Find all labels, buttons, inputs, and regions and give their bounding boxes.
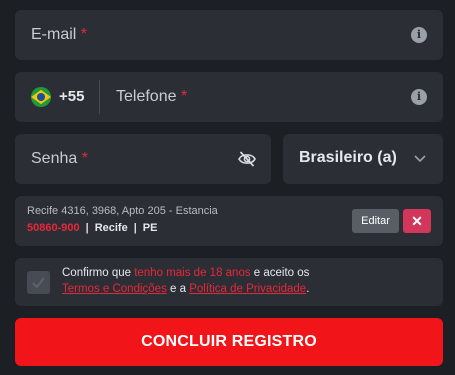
address-city: Recife (94, 222, 128, 234)
submit-registration-button[interactable]: CONCLUIR REGISTRO (15, 318, 443, 366)
chevron-down-icon (413, 148, 427, 173)
gender-selected-value: Brasileiro (a) (299, 149, 397, 166)
email-field[interactable]: E-mail * i (15, 10, 443, 60)
brazil-flag-icon[interactable] (31, 87, 51, 107)
address-details: 50860-900 | Recife | PE (27, 222, 158, 234)
gender-select[interactable]: Brasileiro (a) (283, 134, 443, 184)
address-street: Recife 4316, 3968, Apto 205 - Estancia (27, 205, 218, 217)
delete-address-button[interactable]: ✕ (403, 209, 431, 233)
terms-checkbox[interactable] (27, 271, 50, 294)
eye-slash-icon[interactable] (237, 150, 257, 173)
address-card: Recife 4316, 3968, Apto 205 - Estancia 5… (15, 196, 443, 246)
address-cep: 50860-900 (27, 222, 80, 234)
privacy-policy-link[interactable]: Política de Privacidade (189, 283, 306, 295)
divider (99, 80, 100, 114)
email-placeholder: E-mail * (31, 26, 88, 43)
terms-row: Confirmo que tenho mais de 18 anos e ace… (15, 258, 443, 306)
phone-field[interactable]: +55 Telefone * i (15, 72, 443, 122)
info-icon: i (411, 89, 427, 105)
password-field[interactable]: Senha * (15, 134, 271, 184)
edit-address-button[interactable]: Editar (352, 209, 399, 233)
terms-text: Confirmo que tenho mais de 18 anos e ace… (62, 267, 310, 295)
info-icon: i (411, 27, 427, 43)
dial-code[interactable]: +55 (59, 88, 84, 105)
password-placeholder: Senha * (31, 150, 88, 167)
phone-placeholder: Telefone * (116, 88, 188, 105)
terms-link[interactable]: Termos e Condições (62, 283, 167, 295)
address-state: PE (142, 222, 158, 234)
age-confirmation-text: tenho mais de 18 anos (134, 267, 251, 279)
